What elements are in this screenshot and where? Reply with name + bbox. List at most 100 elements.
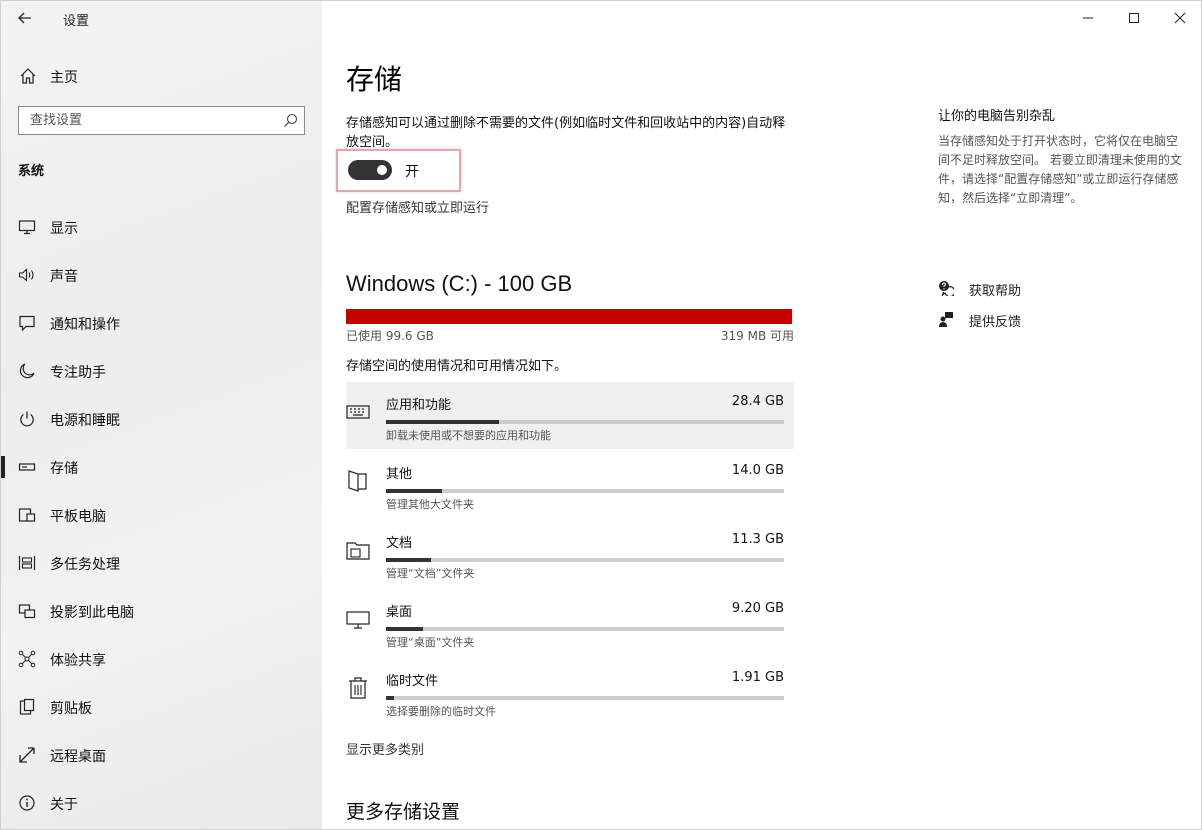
moon-icon bbox=[19, 363, 35, 379]
sidebar-item-power-sleep[interactable]: 电源和睡眠 bbox=[1, 401, 322, 449]
window-controls bbox=[1065, 1, 1201, 35]
sidebar-item-sound[interactable]: 声音 bbox=[1, 257, 322, 305]
sidebar-item-display[interactable]: 显示 bbox=[1, 209, 322, 257]
sidebar-item-multitasking[interactable]: 多任务处理 bbox=[1, 545, 322, 593]
sidebar-item-label: 电源和睡眠 bbox=[50, 413, 120, 429]
sidebar-nav: 显示 声音 通知和操作 专注助手 电源和睡眠 存储 平板电脑 多任务处理 投影到… bbox=[1, 209, 322, 829]
category-size: 1.91 GB bbox=[731, 670, 784, 685]
category-name: 其他 bbox=[386, 467, 413, 482]
multitask-icon bbox=[18, 556, 36, 570]
sidebar: 设置 主页 系统 显示 声音 通知和操作 bbox=[1, 1, 322, 829]
category-apps-features[interactable]: 应用和功能 28.4 GB 卸载未使用或不想要的应用和功能 bbox=[346, 382, 794, 449]
monitor-icon bbox=[18, 220, 36, 235]
maximize-icon bbox=[1129, 13, 1139, 23]
back-button[interactable] bbox=[11, 5, 39, 31]
sidebar-item-label: 专注助手 bbox=[50, 365, 106, 381]
search-input[interactable] bbox=[19, 107, 269, 134]
category-temp-files[interactable]: 临时文件 1.91 GB 选择要删除的临时文件 bbox=[346, 658, 794, 725]
project-icon bbox=[18, 604, 36, 619]
get-help-link[interactable]: 获取帮助 bbox=[938, 279, 1138, 310]
sidebar-item-shared-experiences[interactable]: 体验共享 bbox=[1, 641, 322, 689]
section-heading: 系统 bbox=[18, 164, 45, 179]
sidebar-item-label: 平板电脑 bbox=[50, 509, 106, 525]
search-icon bbox=[284, 113, 298, 127]
remote-desktop-icon bbox=[19, 747, 35, 763]
minimize-icon bbox=[1083, 17, 1093, 19]
sidebar-item-home[interactable]: 主页 bbox=[1, 61, 322, 91]
maximize-button[interactable] bbox=[1111, 1, 1157, 35]
title-bar: 设置 bbox=[1, 1, 322, 35]
category-bar bbox=[386, 696, 784, 700]
category-desktop[interactable]: 桌面 9.20 GB 管理“桌面”文件夹 bbox=[346, 589, 794, 656]
tablet-icon bbox=[18, 508, 36, 522]
help-link-label: 获取帮助 bbox=[969, 284, 1022, 299]
search-box[interactable] bbox=[18, 106, 305, 135]
home-label: 主页 bbox=[50, 70, 78, 86]
help-links: 获取帮助 提供反馈 bbox=[938, 279, 1138, 341]
back-arrow-icon bbox=[18, 12, 31, 24]
minimize-button[interactable] bbox=[1065, 1, 1111, 35]
category-bar bbox=[386, 558, 784, 562]
settings-window: 设置 主页 系统 显示 声音 通知和操作 bbox=[0, 0, 1202, 830]
notification-icon bbox=[19, 315, 35, 332]
show-more-categories-link[interactable]: 显示更多类别 bbox=[346, 739, 424, 758]
drive-title: Windows (C:) - 100 GB bbox=[346, 271, 573, 296]
category-name: 临时文件 bbox=[386, 674, 439, 689]
toggle-knob bbox=[377, 165, 387, 175]
category-subtext: 管理其他大文件夹 bbox=[386, 498, 474, 511]
category-name: 桌面 bbox=[386, 605, 413, 620]
main-content: 存储 存储感知可以通过删除不需要的文件(例如临时文件和回收站中的内容)自动释放空… bbox=[322, 1, 1201, 829]
storage-sense-toggle-frame: 开 bbox=[336, 149, 461, 192]
sidebar-item-project[interactable]: 投影到此电脑 bbox=[1, 593, 322, 641]
drive-usage-fill bbox=[346, 309, 793, 324]
drive-free-text: 319 MB 可用 bbox=[720, 329, 794, 343]
sidebar-item-focus-assist[interactable]: 专注助手 bbox=[1, 353, 322, 401]
sidebar-item-label: 存储 bbox=[50, 461, 78, 477]
category-bar-fill bbox=[386, 696, 394, 700]
category-subtext: 管理“桌面”文件夹 bbox=[386, 636, 475, 649]
page-title: 存储 bbox=[346, 63, 403, 96]
home-icon bbox=[20, 68, 36, 84]
sidebar-item-label: 显示 bbox=[50, 221, 78, 237]
documents-folder-icon bbox=[346, 542, 370, 560]
give-feedback-link[interactable]: 提供反馈 bbox=[938, 310, 1138, 341]
power-icon bbox=[20, 411, 34, 427]
desktop-icon bbox=[346, 611, 370, 629]
category-size: 14.0 GB bbox=[731, 463, 784, 478]
configure-storage-sense-link[interactable]: 配置存储感知或立即运行 bbox=[346, 197, 489, 216]
storage-sense-toggle[interactable] bbox=[348, 160, 392, 180]
category-documents[interactable]: 文档 11.3 GB 管理“文档”文件夹 bbox=[346, 520, 794, 587]
sidebar-item-label: 远程桌面 bbox=[50, 749, 106, 765]
sidebar-item-notifications[interactable]: 通知和操作 bbox=[1, 305, 322, 353]
category-size: 9.20 GB bbox=[731, 601, 784, 616]
other-folder-icon bbox=[348, 470, 367, 492]
info-icon bbox=[19, 795, 35, 811]
side-panel-heading: 让你的电脑告别杂乱 bbox=[938, 109, 1056, 124]
sidebar-item-storage[interactable]: 存储 bbox=[1, 449, 322, 497]
clipboard-icon bbox=[19, 698, 35, 715]
category-subtext: 管理“文档”文件夹 bbox=[386, 567, 475, 580]
sidebar-item-remote-desktop[interactable]: 远程桌面 bbox=[1, 737, 322, 785]
sidebar-item-label: 声音 bbox=[50, 269, 78, 285]
drive-usage-bar bbox=[346, 309, 794, 324]
category-subtext: 卸载未使用或不想要的应用和功能 bbox=[386, 429, 551, 442]
category-other[interactable]: 其他 14.0 GB 管理其他大文件夹 bbox=[346, 451, 794, 518]
more-storage-settings-heading: 更多存储设置 bbox=[346, 801, 461, 823]
sidebar-item-label: 体验共享 bbox=[50, 653, 106, 669]
storage-sense-description: 存储感知可以通过删除不需要的文件(例如临时文件和回收站中的内容)自动释放空间。 bbox=[346, 116, 786, 150]
usage-heading: 存储空间的使用情况和可用情况如下。 bbox=[346, 359, 568, 374]
drive-used-text: 已使用 99.6 GB bbox=[346, 329, 434, 343]
sidebar-item-clipboard[interactable]: 剪贴板 bbox=[1, 689, 322, 737]
sidebar-item-label: 剪贴板 bbox=[50, 701, 92, 717]
category-bar bbox=[386, 489, 784, 493]
keyboard-icon bbox=[346, 405, 370, 419]
sidebar-item-tablet[interactable]: 平板电脑 bbox=[1, 497, 322, 545]
storage-icon bbox=[18, 463, 36, 471]
category-name: 文档 bbox=[386, 536, 413, 551]
category-size: 11.3 GB bbox=[731, 532, 784, 547]
sidebar-item-about[interactable]: 关于 bbox=[1, 785, 322, 829]
toggle-state-label: 开 bbox=[405, 164, 419, 180]
app-title: 设置 bbox=[63, 14, 90, 29]
close-button[interactable] bbox=[1157, 1, 1201, 35]
share-icon bbox=[18, 650, 36, 668]
